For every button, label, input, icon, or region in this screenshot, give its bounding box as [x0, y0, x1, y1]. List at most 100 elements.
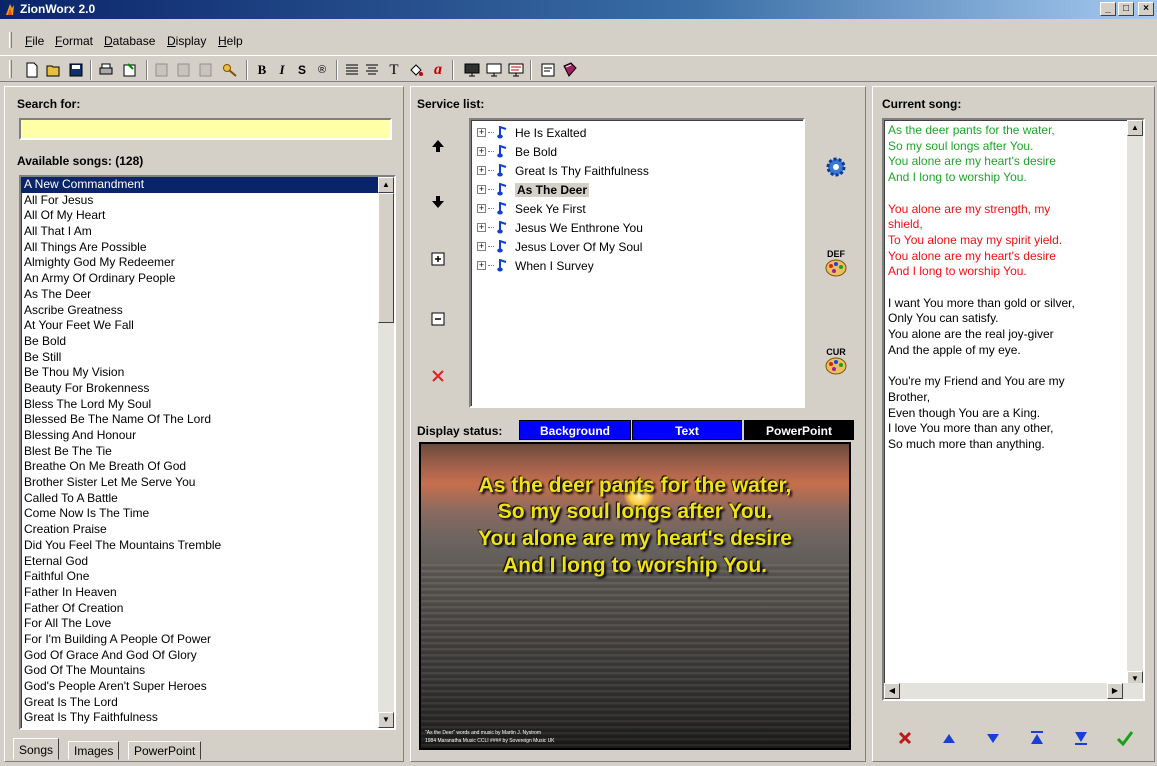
lyrics-hscrollbar[interactable]: ◀ ▶: [884, 683, 1143, 699]
remove-item-icon[interactable]: [427, 365, 449, 387]
minimize-button[interactable]: _: [1100, 2, 1116, 16]
confirm-check-icon[interactable]: [1113, 727, 1137, 749]
song-list-item[interactable]: Breathe On Me Breath Of God: [21, 459, 394, 475]
menu-file[interactable]: File: [25, 34, 44, 48]
collapse-all-icon[interactable]: [427, 308, 449, 330]
song-list-item[interactable]: Great Is Thy Faithfulness: [21, 710, 394, 726]
song-list-item[interactable]: God Of Grace And God Of Glory: [21, 648, 394, 664]
song-list-item[interactable]: Come Now Is The Time: [21, 506, 394, 522]
tree-expand-icon[interactable]: +: [477, 242, 486, 251]
song-list-item[interactable]: All For Jesus: [21, 193, 394, 209]
settings-gear-icon[interactable]: [821, 152, 851, 182]
song-list-item[interactable]: All Of My Heart: [21, 208, 394, 224]
song-list-scrollbar[interactable]: ▲ ▼: [378, 177, 394, 728]
shadow-button[interactable]: S: [292, 60, 312, 80]
tree-expand-icon[interactable]: +: [477, 128, 486, 137]
font-color-button[interactable]: a: [428, 60, 448, 80]
song-list-item[interactable]: Creation Praise: [21, 522, 394, 538]
tab-songs[interactable]: Songs: [13, 738, 60, 760]
options-icon[interactable]: [538, 60, 558, 80]
tab-images[interactable]: Images: [68, 741, 120, 760]
default-style-icon[interactable]: DEF: [821, 245, 851, 281]
tree-expand-icon[interactable]: +: [477, 261, 486, 270]
italic-button[interactable]: I: [272, 60, 292, 80]
service-list-item[interactable]: + He Is Exalted: [477, 123, 586, 142]
scroll-up-arrow-icon[interactable]: ▲: [378, 177, 394, 193]
save-icon[interactable]: [66, 60, 86, 80]
powerpoint-status-badge[interactable]: PowerPoint: [744, 420, 854, 440]
service-list-item[interactable]: + Be Bold: [477, 142, 557, 161]
delete-icon[interactable]: [893, 727, 917, 749]
tree-expand-icon[interactable]: +: [477, 166, 486, 175]
song-list-item[interactable]: Faithful One: [21, 569, 394, 585]
service-list-item[interactable]: + When I Survey: [477, 256, 594, 275]
lyrics-vscrollbar[interactable]: ▲ ▼: [1127, 120, 1143, 687]
scroll-thumb[interactable]: [378, 193, 394, 323]
song-list-item[interactable]: All That I Am: [21, 224, 394, 240]
song-list-item[interactable]: Be Bold: [21, 334, 394, 350]
font-button[interactable]: T: [384, 60, 404, 80]
tree-expand-icon[interactable]: +: [477, 185, 486, 194]
song-list-item[interactable]: All Things Are Possible: [21, 240, 394, 256]
song-list-item[interactable]: At Your Feet We Fall: [21, 318, 394, 334]
song-list-item[interactable]: Brother Sister Let Me Serve You: [21, 475, 394, 491]
menu-display[interactable]: Display: [167, 34, 206, 48]
song-list-item[interactable]: A New Commandment: [21, 177, 394, 193]
tab-powerpoint[interactable]: PowerPoint: [128, 741, 202, 760]
close-button[interactable]: ×: [1138, 2, 1154, 16]
cut-icon[interactable]: [152, 60, 172, 80]
service-list[interactable]: + He Is Exalted + Be Bold + Great Is Thy Fait…: [469, 118, 805, 408]
song-list-item[interactable]: As The Deer: [21, 287, 394, 303]
display-off-icon[interactable]: [484, 60, 504, 80]
current-song-text[interactable]: ▲ ▼ ◀ ▶ As the deer pants for the water,…: [882, 118, 1145, 701]
find-key-icon[interactable]: [220, 60, 240, 80]
lyrics-scroll-left-icon[interactable]: ◀: [884, 683, 900, 699]
song-list-item[interactable]: Ascribe Greatness: [21, 303, 394, 319]
song-list-item[interactable]: Father Of Creation: [21, 601, 394, 617]
song-list-item[interactable]: Blest Be The Tie: [21, 444, 394, 460]
new-file-icon[interactable]: [22, 60, 42, 80]
previous-verse-icon[interactable]: [937, 727, 961, 749]
tree-expand-icon[interactable]: +: [477, 204, 486, 213]
open-folder-icon[interactable]: [44, 60, 64, 80]
help-book-icon[interactable]: [560, 60, 580, 80]
fill-color-icon[interactable]: [406, 60, 426, 80]
menu-format[interactable]: Format: [55, 34, 93, 48]
song-list-item[interactable]: Blessed Be The Name Of The Lord: [21, 412, 394, 428]
align-center-icon[interactable]: [362, 60, 382, 80]
song-list-item[interactable]: Bless The Lord My Soul: [21, 397, 394, 413]
lyrics-scroll-right-icon[interactable]: ▶: [1107, 683, 1123, 699]
song-list[interactable]: A New Commandment All For Jesus All Of My …: [19, 175, 396, 730]
maximize-button[interactable]: □: [1118, 2, 1134, 16]
first-verse-icon[interactable]: [1025, 727, 1049, 749]
song-list-item[interactable]: Called To A Battle: [21, 491, 394, 507]
bold-button[interactable]: B: [252, 60, 272, 80]
song-list-item[interactable]: Almighty God My Redeemer: [21, 255, 394, 271]
background-status-badge[interactable]: Background: [519, 420, 631, 440]
service-list-item[interactable]: + Seek Ye First: [477, 199, 586, 218]
song-list-item[interactable]: Blessing And Honour: [21, 428, 394, 444]
song-list-item[interactable]: For All The Love: [21, 616, 394, 632]
last-verse-icon[interactable]: [1069, 727, 1093, 749]
outline-button[interactable]: ®: [312, 60, 332, 80]
scroll-down-arrow-icon[interactable]: ▼: [378, 712, 394, 728]
tree-expand-icon[interactable]: +: [477, 147, 486, 156]
expand-all-icon[interactable]: [427, 248, 449, 270]
song-list-item[interactable]: Eternal God: [21, 554, 394, 570]
menu-database[interactable]: Database: [104, 34, 155, 48]
print-icon[interactable]: [96, 60, 116, 80]
song-list-item[interactable]: Be Thou My Vision: [21, 365, 394, 381]
search-input[interactable]: [19, 118, 392, 140]
song-list-item[interactable]: Beauty For Brokenness: [21, 381, 394, 397]
text-status-badge[interactable]: Text: [632, 420, 742, 440]
menu-help[interactable]: Help: [218, 34, 243, 48]
song-list-item[interactable]: For I'm Building A People Of Power: [21, 632, 394, 648]
paste-icon[interactable]: [196, 60, 216, 80]
song-list-item[interactable]: Did You Feel The Mountains Tremble: [21, 538, 394, 554]
next-verse-icon[interactable]: [981, 727, 1005, 749]
service-list-item[interactable]: + Great Is Thy Faithfulness: [477, 161, 649, 180]
song-list-item[interactable]: God's People Aren't Super Heroes: [21, 679, 394, 695]
song-list-item[interactable]: Father In Heaven: [21, 585, 394, 601]
service-list-item[interactable]: + Jesus We Enthrone You: [477, 218, 643, 237]
service-list-item[interactable]: + As The Deer: [477, 180, 590, 199]
